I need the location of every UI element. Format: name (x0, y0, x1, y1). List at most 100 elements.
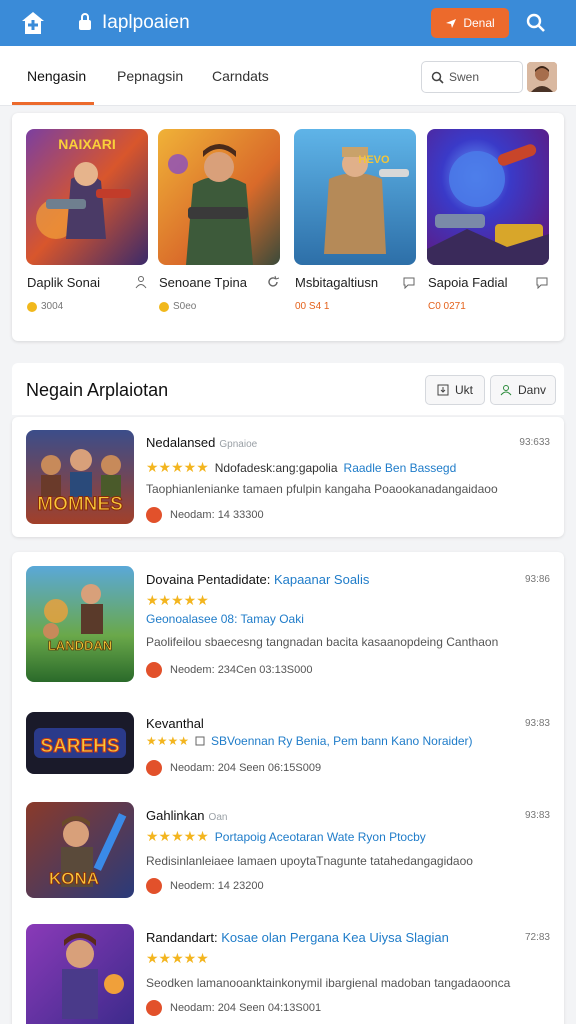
app-thumbnail: KONA (26, 802, 134, 898)
coin-icon (159, 301, 169, 312)
rating-stars: ★★★★ (146, 734, 190, 748)
app-time: 93:83 (524, 718, 550, 729)
tab-pepnagsin[interactable]: Pepnagsin (117, 68, 183, 84)
app-subtitle-link[interactable]: Geonoalasee 08: Tamay Oaki (146, 612, 304, 626)
coin-icon (27, 301, 37, 312)
featured-thumb-logo: HEVO (358, 154, 390, 166)
tag-icon (195, 736, 205, 746)
app-tag: Oan (208, 812, 228, 823)
app-name-text: Randandart: (146, 930, 218, 945)
app-list-card: MOMNES Nedalansed Gpnaioe 93:633 ★★★★★ Nd… (12, 417, 564, 537)
app-time: 72:83 (524, 932, 550, 943)
app-name: Gahlinkan Oan (146, 808, 227, 823)
refresh-icon (268, 275, 280, 287)
app-name-text: Dovaina Pentadidate: (146, 572, 271, 587)
featured-app-name: Daplik Sonai (27, 275, 100, 290)
app-name-text: Nedalansed (146, 435, 216, 450)
app-tag: Gpnaioe (219, 439, 258, 450)
featured-app-thumbnail (427, 129, 549, 265)
featured-app-name: Sapoia Fadial (428, 275, 508, 290)
developer-icon (146, 878, 162, 894)
primary-action-button[interactable]: Denal (431, 8, 509, 38)
lock-icon (79, 13, 91, 30)
app-meta: Neodem: 234Cen 03:13S000 (146, 662, 313, 678)
home-icon[interactable] (20, 10, 46, 36)
featured-app-thumbnail: HEVO (294, 129, 416, 265)
app-description: Redisinlanleiaee lamaen upoytaTnagunte t… (146, 854, 473, 868)
top-app-bar: Iaplpoaien Denal (0, 0, 576, 46)
app-rating-row: ★★★★ SBVoennan Ry Benia, Pem bann Kano N… (146, 734, 473, 748)
app-thumbnail: MOMNES (26, 430, 134, 524)
app-meta-text: Neodam: 14 33300 (170, 509, 264, 521)
user-button-label: Danv (517, 383, 546, 397)
app-meta-text: Neodam: 204 Seen 06:15S009 (170, 762, 322, 774)
app-meta: Neodem: 14 23200 (146, 878, 264, 894)
search-icon[interactable] (526, 13, 546, 33)
plane-icon (446, 19, 457, 28)
search-icon (431, 71, 444, 84)
featured-app-item[interactable]: NAIXARI Daplik Sonai 3004 (26, 129, 150, 312)
avatar[interactable] (527, 62, 557, 92)
chat-icon (536, 277, 548, 289)
app-thumb-logo: MOMNES (37, 494, 123, 515)
developer-icon (146, 1000, 162, 1016)
search-input[interactable]: Swen (421, 61, 523, 93)
export-icon (437, 384, 449, 396)
featured-app-price: 3004 (27, 301, 63, 312)
app-list-card: LANDDAN Dovaina Pentadidate: Kapaanar So… (12, 552, 564, 1024)
app-description: Paolifeilou sbaecesng tangnadan bacita k… (146, 635, 499, 649)
rating-stars: ★★★★★ (146, 950, 209, 966)
featured-app-price: 00 S4 1 (295, 301, 330, 312)
developer-icon (146, 662, 162, 678)
app-meta-text: Neodem: 14 23200 (170, 880, 264, 892)
app-time: 93:86 (524, 574, 550, 585)
app-rating-row: ★★★★★ (146, 592, 209, 609)
featured-app-item[interactable]: Sapoia Fadial C0 0271 (427, 129, 551, 312)
app-subtitle-link[interactable]: SBVoennan Ry Benia, Pem bann Kano Noraid… (211, 734, 473, 748)
app-meta: Neodam: 204 Seen 06:15S009 (146, 760, 321, 776)
search-placeholder: Swen (449, 70, 480, 84)
user-icon (500, 385, 512, 396)
rating-stars: ★★★★★ (146, 828, 209, 844)
app-time: 93:633 (519, 437, 550, 448)
featured-app-item[interactable]: Senoane Tpina S0eo (158, 129, 282, 312)
developer-icon (146, 507, 162, 523)
app-thumbnail: SAREHS (26, 712, 134, 774)
app-rating-row: ★★★★★ Ndofadesk:ang:gapolia Raadle Ben B… (146, 459, 456, 476)
app-name-link[interactable]: Kapaanar Soalis (274, 572, 369, 587)
app-name-link[interactable]: Kosae olan Pergana Kea Uiysa Slagian (221, 930, 449, 945)
featured-app-item[interactable]: HEVO Msbitagaltiusn 00 S4 1 (294, 129, 418, 312)
app-name: Randandart: Kosae olan Pergana Kea Uiysa… (146, 930, 449, 945)
featured-app-thumbnail (158, 129, 280, 265)
app-subtitle-link[interactable]: Raadle Ben Bassegd (344, 461, 457, 475)
app-thumbnail: LANDDAN (26, 566, 134, 682)
rating-stars: ★★★★★ (146, 459, 209, 475)
tab-carndats[interactable]: Carndats (212, 68, 269, 84)
export-button[interactable]: Ukt (425, 375, 485, 405)
rating-stars: ★★★★★ (146, 592, 209, 608)
featured-app-price-value: 3004 (41, 301, 64, 312)
app-thumb-logo: SAREHS (40, 736, 119, 757)
featured-thumb-logo: NAIXARI (58, 136, 116, 152)
app-name: Nedalansed Gpnaioe (146, 435, 257, 450)
app-rating-row: ★★★★★ Portapoig Aceotaran Wate Ryon Ptoc… (146, 828, 426, 845)
app-description: Taophianlenianke tamaen pfulpin kangaha … (146, 482, 498, 496)
user-button[interactable]: Danv (490, 375, 556, 405)
app-meta: Neodam: 14 33300 (146, 507, 264, 523)
chat-icon (403, 277, 415, 289)
tab-bar: Nengasin Pepnagsin Carndats Swen (0, 46, 576, 106)
app-time: 93:83 (524, 810, 550, 821)
export-button-label: Ukt (455, 383, 473, 397)
featured-app-name: Msbitagaltiusn (295, 275, 379, 290)
app-name: Dovaina Pentadidate: Kapaanar Soalis (146, 572, 369, 587)
tab-nengasin[interactable]: Nengasin (27, 68, 86, 84)
featured-app-name: Senoane Tpina (159, 275, 247, 290)
app-subtitle-link[interactable]: Portapoig Aceotaran Wate Ryon Ptocby (215, 830, 426, 844)
primary-action-label: Denal (463, 16, 495, 30)
app-name-text: Gahlinkan (146, 808, 205, 823)
active-tab-indicator (12, 102, 94, 105)
app-subtitle: Ndofadesk:ang:gapolia (214, 460, 338, 475)
new-apps-header: Negain Arplaiotan Ukt Danv (12, 363, 564, 415)
featured-app-price-value: S0eo (173, 301, 197, 312)
app-meta-text: Neodem: 234Cen 03:13S000 (170, 664, 313, 676)
